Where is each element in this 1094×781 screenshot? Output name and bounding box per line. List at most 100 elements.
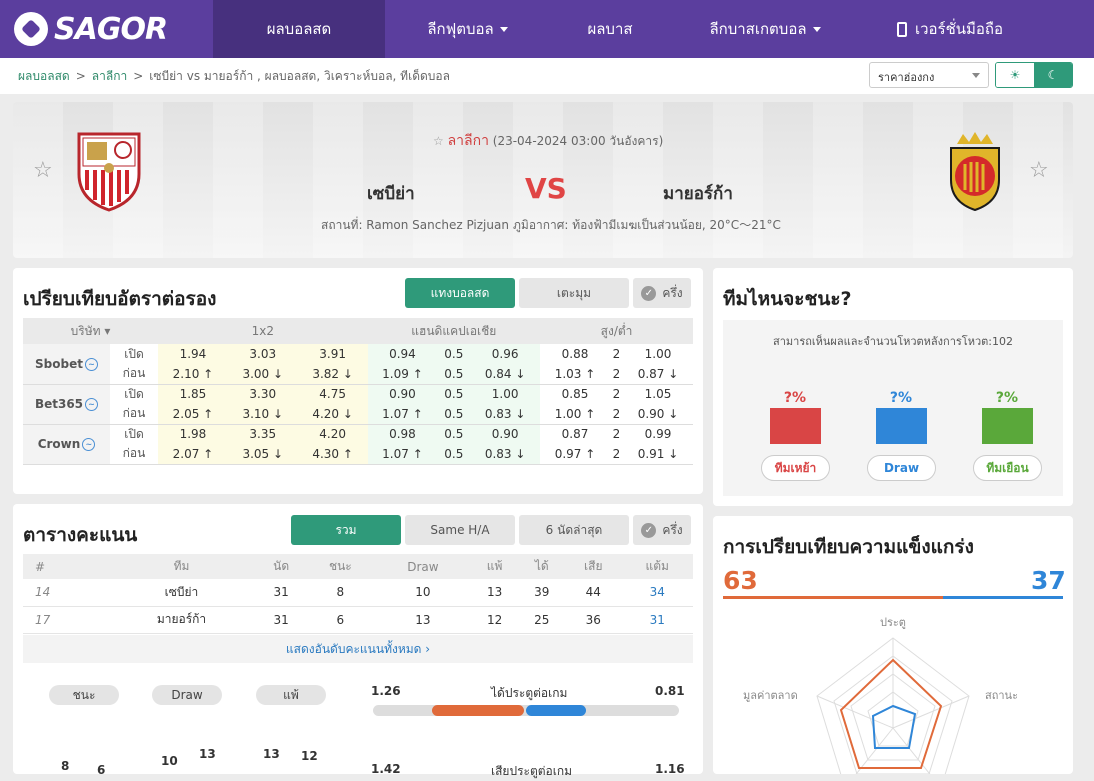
- standings-cell: 31: [256, 606, 306, 634]
- nav-football-leagues[interactable]: ลีกฟุตบอล: [385, 0, 550, 58]
- tab-last-6[interactable]: 6 นัดล่าสุด: [519, 515, 629, 545]
- tab-half[interactable]: ✓ ครึ่ง: [633, 515, 691, 545]
- trend-icon[interactable]: ~: [82, 438, 96, 451]
- odds-open-value: 1.94: [158, 344, 228, 364]
- odds-close-value: 3.05 ↓: [227, 444, 298, 465]
- odds-open-value: 0.88: [561, 347, 589, 361]
- goals-conceded-label: เสียประตูต่อเกม: [491, 764, 573, 778]
- show-all-standings-link[interactable]: แสดงอันดับคะแนนทั้งหมด ›: [23, 635, 693, 663]
- strength-home-bar: [723, 596, 943, 599]
- vote-title: ทีมไหนจะชนะ?: [723, 288, 852, 310]
- standings-cell: 36: [565, 606, 622, 634]
- mallorca-crest-icon: [950, 132, 1000, 212]
- vote-home-percent: ?%: [783, 390, 807, 406]
- standings-cell: 44: [565, 579, 622, 607]
- standings-cell: 8: [305, 579, 376, 607]
- tab-same-ha[interactable]: Same H/A: [405, 515, 515, 545]
- vote-draw-percent: ?%: [889, 390, 913, 406]
- goals-bar-home: [432, 705, 524, 716]
- before-label: ก่อน: [110, 444, 158, 465]
- tab-live-betting[interactable]: แทงบอลสด: [405, 278, 515, 308]
- soccer-ball-icon: [14, 12, 48, 46]
- odds-close-value: 0.5: [437, 404, 471, 425]
- odds-open-value: 0.94: [367, 344, 438, 364]
- odds-close-value: 1.07 ↑: [367, 404, 438, 425]
- favorite-home-star-icon[interactable]: ☆: [33, 158, 53, 183]
- odds-close-value: 4.20 ↓: [297, 404, 368, 425]
- top-nav: SAGOR ผลบอลสด ลีกฟุตบอล ผลบาส ลีกบาสเกตบ…: [0, 0, 1094, 58]
- tab-half[interactable]: ✓ ครึ่ง: [633, 278, 691, 308]
- odds-open-value: 2: [612, 427, 621, 442]
- nav-mobile-version[interactable]: เวอร์ชั่นมือถือ: [860, 0, 1040, 58]
- odds-open-value: 1.85: [158, 384, 228, 404]
- col-company[interactable]: บริษัท ▾: [23, 318, 158, 344]
- odds-row-open: Sbobet ~ เปิด 1.94 3.03 3.91 0.94 0.5 0.96 0.88 2 1…: [23, 344, 693, 385]
- open-label: เปิด: [124, 386, 144, 401]
- odds-close-value: 2: [609, 404, 624, 425]
- goals-bar-away: [526, 705, 586, 716]
- nav-live-scores[interactable]: ผลบอลสด: [213, 0, 385, 58]
- moon-icon[interactable]: ☾: [1034, 63, 1072, 87]
- open-label: เปิด: [124, 346, 144, 361]
- odds-close-value: 3.00 ↓: [227, 364, 298, 385]
- strength-card: การเปรียบเทียบความแข็งแกร่ง 63 37 ประตู …: [713, 516, 1073, 774]
- standings-row[interactable]: 14 เซบีย่า 31 8 10 13 39 44 34: [23, 579, 693, 607]
- standings-col-header: ชนะ: [305, 554, 376, 579]
- site-logo[interactable]: SAGOR: [0, 0, 213, 58]
- standings-cell: 13: [470, 579, 519, 607]
- odds-open-value: 1.00: [644, 347, 672, 361]
- breadcrumb-separator: >: [75, 69, 86, 83]
- trend-icon[interactable]: ~: [84, 357, 98, 371]
- standings-col-header: ทีม: [106, 554, 257, 579]
- odds-open-value: 1.00: [470, 384, 541, 404]
- col-over-under: สูง/ต่ำ: [540, 318, 693, 344]
- bookmaker-name[interactable]: Crown ~: [23, 424, 110, 465]
- favorite-away-star-icon[interactable]: ☆: [1029, 158, 1049, 183]
- standings-team-name[interactable]: มายอร์ก้า: [106, 606, 257, 634]
- odds-row-close: ก่อน 2.07 ↑ 3.05 ↓ 4.30 ↑ 1.07 ↑ 0.5 0.83 ↓ 0.9…: [23, 444, 693, 465]
- nav-basketball-scores[interactable]: ผลบาส: [550, 0, 670, 58]
- trend-icon[interactable]: ~: [85, 398, 99, 411]
- odds-close-value: 1.00 ↑: [540, 404, 610, 425]
- tab-corners[interactable]: เตะมุม: [519, 278, 629, 308]
- standings-cell: 14: [23, 579, 107, 607]
- strength-title: การเปรียบเทียบความแข็งแกร่ง: [723, 536, 974, 558]
- odds-format-select[interactable]: ราคาฮ่องกง: [869, 62, 989, 88]
- odds-open-value: 0.85: [561, 387, 589, 402]
- vote-draw-button[interactable]: Draw: [867, 455, 936, 481]
- standings-cell: 12: [470, 606, 519, 634]
- nav-basketball-leagues[interactable]: ลีกบาสเกตบอล: [670, 0, 860, 58]
- goals-conceded-home: 1.42: [371, 762, 401, 776]
- bookmaker-name[interactable]: Sbobet ~: [23, 344, 110, 385]
- standings-col-header: ได้: [518, 554, 566, 579]
- vote-card: ทีมไหนจะชนะ? สามารถเห็นผลและจำนวนโหวตหลั…: [713, 268, 1073, 506]
- bookmaker-name[interactable]: Bet365 ~: [23, 384, 110, 425]
- tab-total[interactable]: รวม: [291, 515, 401, 545]
- theme-toggle[interactable]: ☀ ☾: [995, 62, 1073, 88]
- odds-open-value: 0.5: [437, 384, 471, 404]
- odds-open-value: 0.96: [470, 344, 541, 364]
- standings-col-header: นัด: [256, 554, 306, 579]
- home-team-name[interactable]: เซบีย่า: [367, 180, 415, 207]
- breadcrumb-league[interactable]: ลาลีกา: [92, 67, 127, 86]
- vote-home-button[interactable]: ทีมเหย้า: [761, 455, 830, 481]
- before-label: ก่อน: [110, 404, 158, 425]
- standings-row[interactable]: 17 มายอร์ก้า 31 6 13 12 25 36 31: [23, 606, 693, 634]
- standings-team-name[interactable]: เซบีย่า: [106, 579, 257, 607]
- caret-down-icon: [812, 26, 821, 32]
- odds-close-value: 2.05 ↑: [158, 404, 228, 425]
- breadcrumb-home[interactable]: ผลบอลสด: [18, 67, 70, 86]
- odds-open-value: 0.5: [437, 424, 471, 444]
- odds-close-value: 3.10 ↓: [227, 404, 298, 425]
- sun-icon[interactable]: ☀: [996, 63, 1034, 87]
- vote-away-button[interactable]: ทีมเยือน: [973, 455, 1042, 481]
- odds-open-value: 2: [612, 347, 621, 361]
- odds-close-value: 4.30 ↑: [297, 444, 368, 465]
- away-team-name[interactable]: มายอร์ก้า: [663, 180, 733, 207]
- caret-down-icon: [499, 26, 508, 32]
- standings-cell: 17: [23, 606, 107, 634]
- standings-col-header: #: [23, 554, 107, 579]
- odds-close-value: 0.83 ↓: [470, 404, 541, 425]
- strength-away-score: 37: [1031, 566, 1066, 595]
- odds-row-open: Crown ~ เปิด 1.98 3.35 4.20 0.98 0.5 0.90 0.87 2 0.…: [23, 424, 693, 465]
